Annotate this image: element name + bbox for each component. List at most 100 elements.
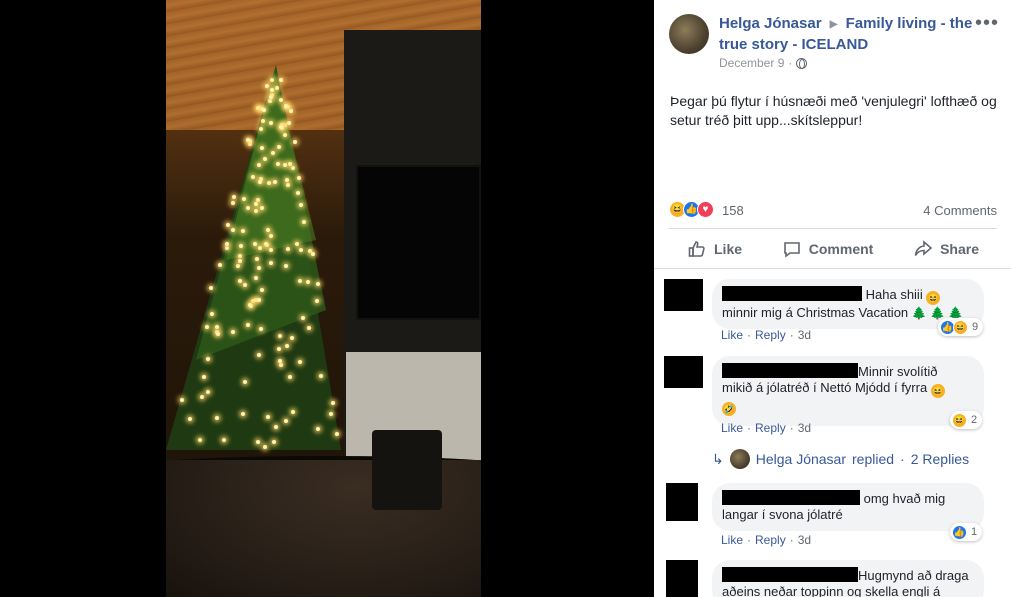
tree-light xyxy=(263,241,268,246)
comment-reply-link[interactable]: Reply xyxy=(755,328,786,342)
commenter-avatar-redacted[interactable] xyxy=(664,279,703,311)
tree-light xyxy=(231,200,236,205)
comment-actions: Like · Reply · 3d xyxy=(721,328,811,342)
comment-text: omg hvað mig xyxy=(863,491,946,506)
reply-arrow-icon: ↳ xyxy=(712,450,724,467)
author-name[interactable]: Helga Jónasar xyxy=(719,15,822,32)
tree-light xyxy=(257,265,262,270)
redacted-name xyxy=(722,567,858,582)
tree-light xyxy=(278,78,283,83)
post-header: Helga Jónasar ▶ Family living - the true… xyxy=(669,12,999,72)
author-avatar[interactable] xyxy=(669,14,709,54)
laughing-emoji-icon: 😆 xyxy=(930,384,945,398)
comment-reactions[interactable]: 😆 2 xyxy=(950,411,983,429)
rofl-emoji-icon: 🤣 xyxy=(722,402,736,416)
comment-bubble: omg hvað mig langar í svona jólatré xyxy=(712,483,984,531)
separator: · xyxy=(789,421,794,435)
tree-light xyxy=(215,415,220,420)
commenter-avatar-redacted[interactable] xyxy=(666,483,698,521)
comment-reactions[interactable]: 👍 😆 9 xyxy=(938,318,984,336)
tree-light xyxy=(240,411,245,416)
tree-light xyxy=(297,279,302,284)
comment-text: Haha shiii xyxy=(865,287,923,302)
tree-light xyxy=(252,242,257,247)
separator: · xyxy=(747,533,752,547)
replies-count: 2 Replies xyxy=(910,451,970,467)
globe-icon[interactable] xyxy=(796,57,808,69)
comment-reply-link[interactable]: Reply xyxy=(755,533,786,547)
tree-light xyxy=(266,181,271,186)
comment-text: Hugmynd að draga xyxy=(858,568,969,583)
tree-light xyxy=(315,298,320,303)
photo-viewer xyxy=(0,0,654,597)
share-button[interactable]: Share xyxy=(895,232,997,266)
tree-light xyxy=(286,246,291,251)
tree-light xyxy=(262,156,267,161)
post-photo[interactable] xyxy=(166,0,481,597)
tree-light xyxy=(255,439,260,444)
comment-time[interactable]: 3d xyxy=(798,533,811,547)
love-reaction-icon: ♥ xyxy=(697,201,714,218)
comment-text: mikið á jólatréð í Nettó Mjódd í fyrra xyxy=(722,380,928,395)
tree-light xyxy=(315,282,320,287)
comment-like-link[interactable]: Like xyxy=(721,533,743,547)
share-label: Share xyxy=(940,241,979,257)
tree-light xyxy=(241,196,246,201)
tree-light xyxy=(315,427,320,432)
view-replies-link[interactable]: ↳ Helga Jónasar replied · 2 Replies xyxy=(712,449,969,469)
photo-tv xyxy=(356,165,481,320)
replied-label: replied xyxy=(852,451,895,467)
tree-light xyxy=(264,84,269,89)
comment-like-link[interactable]: Like xyxy=(721,421,743,435)
share-icon xyxy=(914,240,933,256)
post-date[interactable]: December 9 xyxy=(719,56,784,70)
reactions-summary[interactable]: 😆 👍 ♥ 158 4 Comments xyxy=(669,201,997,221)
comment-reaction-count: 9 xyxy=(972,321,979,333)
comment-bubble: Minnir svolítið mikið á jólatréð í Nettó… xyxy=(712,356,984,426)
comment-time[interactable]: 3d xyxy=(798,421,811,435)
like-button[interactable]: Like xyxy=(669,232,760,266)
comment-reply-link[interactable]: Reply xyxy=(755,421,786,435)
arrow-right-icon: ▶ xyxy=(829,19,838,30)
redacted-name xyxy=(722,490,860,505)
comment-time[interactable]: 3d xyxy=(798,328,811,342)
tree-light xyxy=(217,262,222,267)
tree-light xyxy=(237,253,242,258)
tree-light xyxy=(261,107,266,112)
meta-separator: · xyxy=(788,56,793,70)
tree-light xyxy=(208,285,213,290)
photo-basket xyxy=(372,430,442,510)
tree-light xyxy=(306,325,311,330)
commenter-avatar-redacted[interactable] xyxy=(666,560,698,597)
like-label: Like xyxy=(714,241,743,257)
tree-light xyxy=(291,165,296,170)
haha-reaction-icon: 😆 xyxy=(953,319,968,335)
separator: · xyxy=(747,421,752,435)
tree-light xyxy=(253,275,258,280)
comment-button[interactable]: Comment xyxy=(764,232,892,266)
tree-light xyxy=(259,145,264,150)
tree-light xyxy=(260,118,265,123)
separator: · xyxy=(789,328,794,342)
reaction-icons: 😆 👍 ♥ xyxy=(669,201,714,218)
comments-count[interactable]: 4 Comments xyxy=(923,203,997,218)
replier-name: Helga Jónasar xyxy=(755,451,847,467)
more-options-icon[interactable]: ••• xyxy=(975,12,999,35)
tree-light xyxy=(270,77,275,82)
post-text: Þegar þú flytur í húsnæði með 'venjulegr… xyxy=(670,93,997,128)
tree-light xyxy=(205,357,210,362)
reaction-count[interactable]: 158 xyxy=(722,203,744,218)
tree-light xyxy=(240,228,245,233)
tree-light xyxy=(268,120,273,125)
comment-bubble: Hugmynd að draga aðeins neðar toppinn og… xyxy=(712,560,984,597)
comment-text: Minnir svolítið xyxy=(858,364,938,379)
comment-icon xyxy=(783,242,800,258)
thumbs-up-icon xyxy=(688,241,705,257)
comment-like-link[interactable]: Like xyxy=(721,328,743,342)
tree-light xyxy=(262,444,267,449)
separator: · xyxy=(747,328,752,342)
tree-light xyxy=(284,177,289,182)
comment-reactions[interactable]: 👍 1 xyxy=(950,523,983,541)
tree-light xyxy=(254,256,259,261)
commenter-avatar-redacted[interactable] xyxy=(664,356,703,388)
